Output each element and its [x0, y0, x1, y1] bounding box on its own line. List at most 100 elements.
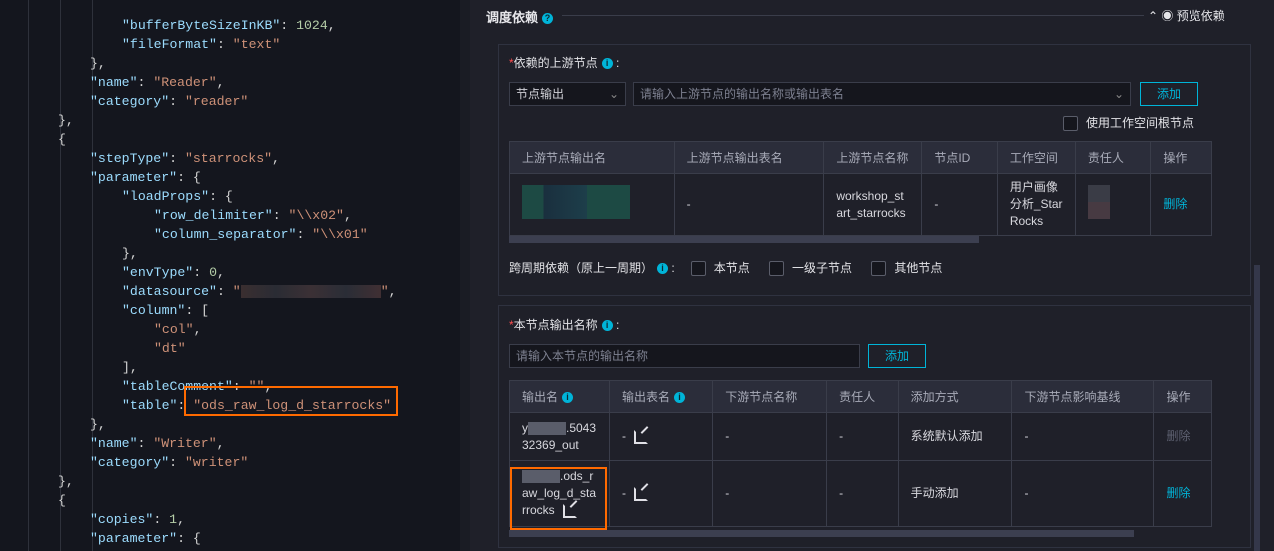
code-token: }, [58, 113, 74, 128]
chevron-down-icon: ⌄ [1113, 87, 1124, 101]
output-card: *本节点输出名称 i : 请输入本节点的输出名称 添加 输出名 i 输出表名 i 下游节点… [498, 305, 1251, 548]
chevron-down-icon: ⌄ [608, 87, 619, 101]
code-line: "column": [ [0, 301, 209, 320]
code-token: "category" [90, 94, 170, 109]
cell-output-name [509, 173, 675, 236]
code-token: 1024 [296, 18, 328, 33]
code-line: "bufferByteSizeInKB": 1024, [0, 16, 336, 35]
code-line: "loadProps": { [0, 187, 233, 206]
code-token: "table" [122, 398, 178, 413]
edit-icon[interactable] [634, 486, 648, 501]
upstream-type-select[interactable]: 节点输出 ⌄ [509, 82, 626, 106]
code-line: "parameter": { [0, 529, 201, 548]
checkbox-self[interactable]: 本节点 [690, 261, 750, 277]
code-token: "datasource" [122, 284, 217, 299]
cross-cycle-row: 跨周期依赖（原上一周期） i : 本节点 一级子节点 其他节点 [509, 261, 943, 277]
code-token: "name" [90, 436, 138, 451]
code-line: "category": "reader" [0, 92, 248, 111]
highlight-output-name [510, 467, 607, 530]
highlight-table-value [184, 386, 398, 416]
table-scrollbar[interactable] [509, 530, 1134, 537]
code-token: " [232, 284, 241, 299]
code-editor[interactable]: "bufferByteSizeInKB": 1024, "fileFormat":… [0, 0, 460, 551]
output-table: 输出名 i 输出表名 i 下游节点名称 责任人 添加方式 下游节点影响基线 操作 y .50433… [509, 380, 1212, 527]
code-token: : { [209, 189, 233, 204]
code-token: "reader" [184, 94, 249, 109]
preview-dependency-button[interactable]: ⌃ ◉ 预览依赖 [1148, 7, 1225, 24]
root-node-checkbox[interactable]: 使用工作空间根节点 [1063, 114, 1194, 132]
edit-icon[interactable] [634, 429, 648, 444]
eye-icon: ◉ [1161, 9, 1174, 23]
code-line: "name": "Writer", [0, 434, 225, 453]
chevron-up-icon[interactable]: ⌃ [1148, 9, 1158, 23]
code-token: ], [122, 360, 138, 375]
code-token: : [216, 284, 233, 299]
column-header: 节点ID [921, 141, 998, 174]
code-token: : [296, 227, 313, 242]
output-name-input[interactable]: 请输入本节点的输出名称 [509, 344, 860, 368]
delete-link-disabled: 删除 [1166, 429, 1191, 443]
code-line: "column_separator": "\\x01" [0, 225, 368, 244]
code-token: , [177, 512, 185, 527]
checkbox-child[interactable]: 一级子节点 [769, 261, 852, 277]
code-token: : [216, 37, 233, 52]
code-token: }, [122, 246, 138, 261]
code-token: : [ [185, 303, 210, 318]
upstream-card: *依赖的上游节点 i : 节点输出 ⌄ 请输入上游节点的输出名称或输出表名 ⌄ 添加 … [498, 44, 1251, 296]
code-token: , [216, 436, 225, 451]
upstream-add-button[interactable]: 添加 [1140, 82, 1198, 106]
code-token: { [58, 132, 66, 147]
code-token: 0 [209, 265, 217, 280]
section-title: 调度依赖? [486, 7, 554, 26]
column-header: 工作空间 [996, 141, 1076, 174]
code-line: }, [0, 244, 138, 263]
code-token: }, [58, 474, 74, 489]
code-token: : [169, 94, 185, 109]
code-token: "writer" [184, 455, 249, 470]
checkbox-other[interactable]: 其他节点 [871, 261, 942, 277]
delete-link[interactable]: 删除 [1166, 486, 1190, 500]
output-add-button[interactable]: 添加 [868, 344, 926, 368]
code-token: : [272, 208, 289, 223]
code-token: "name" [90, 75, 138, 90]
code-line: { [0, 130, 66, 149]
code-token: : [169, 151, 185, 166]
panel-scrollbar[interactable] [1254, 265, 1260, 551]
code-token: "\\x02" [288, 208, 344, 223]
code-line: "datasource": " ", [0, 282, 397, 301]
code-token: "col" [154, 322, 194, 337]
code-line: "envType": 0, [0, 263, 225, 282]
code-token: , [193, 322, 202, 337]
redacted-value [240, 285, 381, 299]
column-header: 操作 [1150, 141, 1212, 174]
code-line: ], [0, 358, 138, 377]
column-header: 添加方式 [897, 380, 1013, 413]
column-header: 上游节点名称 [823, 141, 923, 174]
schedule-dependency-panel: 调度依赖? ⌃ ◉ 预览依赖 *依赖的上游节点 i : 节点输出 ⌄ 请输入上游节点… [470, 0, 1274, 551]
code-token: , [343, 208, 352, 223]
code-token: , [327, 18, 336, 33]
code-token: "fileFormat" [122, 37, 217, 52]
code-token: "parameter" [90, 170, 178, 185]
column-header: 下游节点影响基线 [1011, 380, 1155, 413]
code-line: "row_delimiter": "\\x02", [0, 206, 352, 225]
code-token: }, [90, 417, 106, 432]
code-line: "col", [0, 320, 202, 339]
delete-link[interactable]: 删除 [1163, 197, 1187, 211]
column-header: 操作 [1153, 380, 1212, 413]
info-icon: i [601, 58, 613, 70]
table-scrollbar[interactable] [509, 236, 979, 243]
code-token: "bufferByteSizeInKB" [122, 18, 281, 33]
code-line: "parameter": { [0, 168, 201, 187]
code-token: "text" [232, 37, 281, 52]
code-line: "stepType": "starrocks", [0, 149, 280, 168]
column-header: 下游节点名称 [712, 380, 828, 413]
upstream-search-input[interactable]: 请输入上游节点的输出名称或输出表名 ⌄ [633, 82, 1131, 106]
code-token: "row_delimiter" [154, 208, 273, 223]
editor-scrollbar[interactable] [460, 0, 470, 551]
table-row: y .504332369_out - -- 系统默认添加 - 删除 [509, 412, 1212, 461]
code-token: "column" [122, 303, 186, 318]
code-token: "Reader" [153, 75, 217, 90]
code-token: "Writer" [153, 436, 217, 451]
help-icon: ? [542, 13, 554, 25]
